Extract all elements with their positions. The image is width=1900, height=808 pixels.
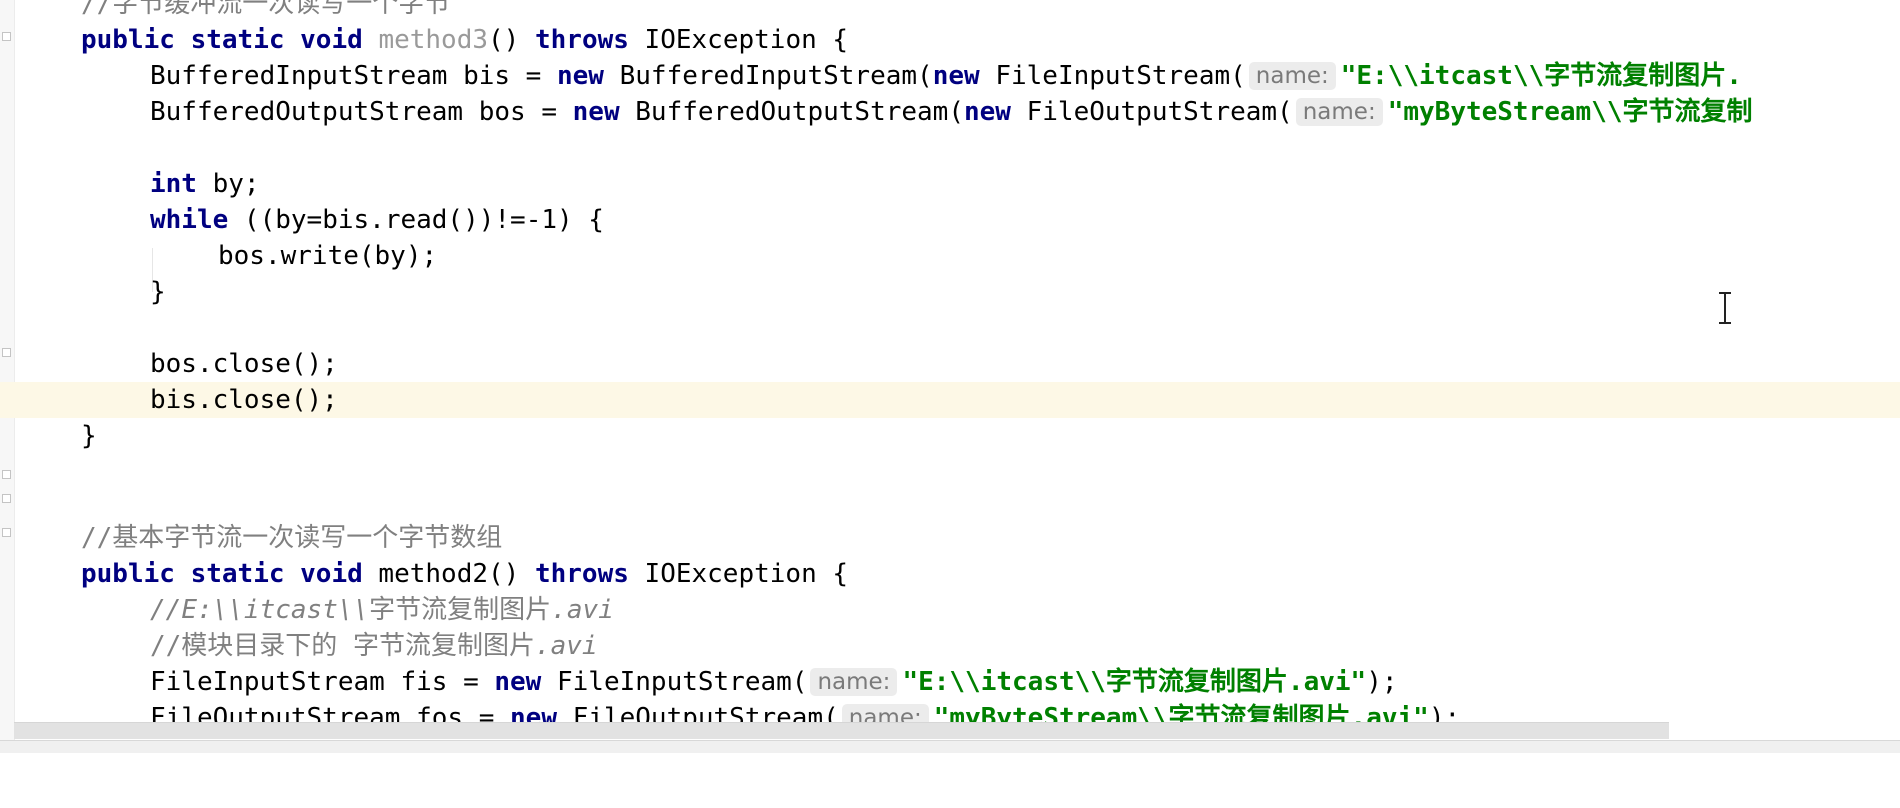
string-literal: "E:\\itcast\\字节流复制图片.avi" (902, 667, 1367, 697)
code-text: bos.close(); (150, 349, 338, 379)
code-text: FileInputStream( (979, 61, 1246, 91)
code-line: bos.close(); (0, 346, 1900, 382)
code-text: by; (196, 169, 260, 199)
code-text: } (81, 421, 97, 451)
code-text: bos.write(by); (218, 241, 438, 271)
code-line: //模块目录下的 字节流复制图片.avi (0, 628, 1900, 664)
code-text: IOException { (628, 25, 849, 55)
code-comment: // (150, 595, 182, 625)
code-text: IOException { (628, 559, 849, 589)
code-comment: E:\\itcast\\ (181, 595, 370, 625)
code-text: FileInputStream( (541, 667, 808, 697)
current-code-line: bis.close(); (0, 382, 1900, 418)
keyword: throws (534, 25, 629, 55)
code-text: FileInputStream fis = (150, 667, 495, 697)
code-line: //E:\\itcast\\字节流复制图片.avi (0, 592, 1900, 628)
keyword: int (150, 169, 197, 199)
code-line: } (0, 274, 1900, 310)
status-bar (0, 740, 1900, 753)
parameter-hint: name: (810, 668, 898, 696)
code-line: //基本字节流一次读写一个字节数组 (0, 520, 1900, 556)
code-line: BufferedOutputStream bos = new BufferedO… (0, 94, 1900, 130)
code-comment: .avi (534, 631, 598, 661)
code-text: ); (1366, 667, 1398, 697)
keyword: while (150, 205, 229, 235)
code-text: } (150, 277, 166, 307)
code-comment: //字节缓冲流一次读写一个字节 (81, 0, 451, 19)
code-line: int by; (0, 166, 1900, 202)
code-line: public static void method3() throws IOEx… (0, 22, 1900, 58)
code-text: BufferedOutputStream( (619, 97, 964, 127)
horizontal-scrollbar[interactable] (14, 722, 1669, 739)
keyword: void (300, 25, 363, 55)
string-literal: "E:\\itcast\\字节流复制图片. (1340, 61, 1742, 91)
keyword: public (81, 559, 175, 589)
text-cursor-icon (1719, 292, 1731, 324)
keyword: new (572, 97, 620, 127)
keyword: new (932, 61, 980, 91)
keyword: new (494, 667, 542, 697)
code-line: BufferedInputStream bis = new BufferedIn… (0, 58, 1900, 94)
code-text: BufferedOutputStream bos = (150, 97, 573, 127)
keyword: void (300, 559, 363, 589)
keyword: throws (534, 559, 629, 589)
keyword: static (190, 559, 285, 589)
code-text: BufferedInputStream( (603, 61, 933, 91)
method-name: method2() (362, 559, 535, 589)
code-line: bos.write(by); (0, 238, 1900, 274)
code-comment: //模块目录下的 字节流复制图片 (150, 631, 535, 661)
code-text: BufferedInputStream bis = (150, 61, 557, 91)
keyword: new (557, 61, 604, 91)
code-comment: 字节流复制图片 (369, 595, 552, 625)
parameter-hint: name: (1295, 98, 1383, 126)
code-line: } (0, 418, 1900, 454)
code-text: ((by=bis.read())!=-1) { (228, 205, 604, 235)
code-line: //字节缓冲流一次读写一个字节 (0, 0, 1900, 22)
code-comment: .avi (551, 595, 614, 625)
keyword: static (190, 25, 285, 55)
string-literal: "myByteStream\\字节流复制 (1387, 97, 1753, 127)
keyword: public (81, 25, 175, 55)
code-text: FileOutputStream( (1010, 97, 1293, 127)
code-text: bis.close(); (150, 385, 338, 415)
code-line: public static void method2() throws IOEx… (0, 556, 1900, 592)
parameter-hint: name: (1248, 62, 1336, 90)
code-line: FileInputStream fis = new FileInputStrea… (0, 664, 1900, 700)
code-text: () (488, 25, 535, 55)
code-comment: //基本字节流一次读写一个字节数组 (81, 523, 503, 553)
code-line: while ((by=bis.read())!=-1) { (0, 202, 1900, 238)
method-name: method3 (378, 25, 489, 55)
code-editor[interactable]: //字节缓冲流一次读写一个字节 public static void metho… (0, 0, 1900, 740)
keyword: new (963, 97, 1011, 127)
